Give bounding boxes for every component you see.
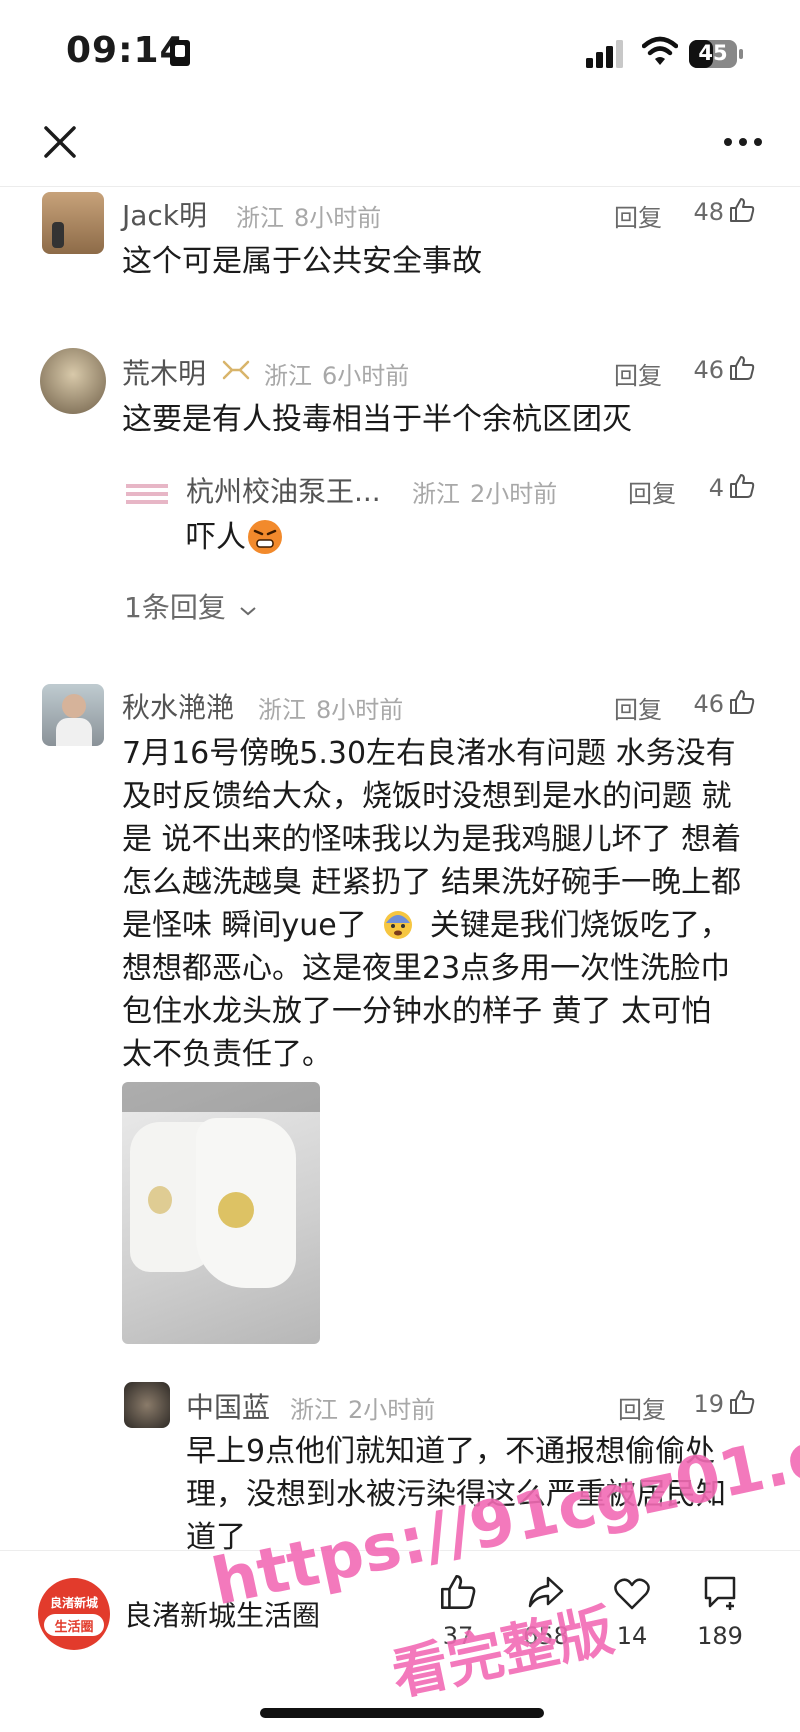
comment-time: 8小时前 — [316, 696, 404, 724]
angry-face-emoji-icon — [248, 520, 282, 554]
avatar[interactable] — [42, 192, 104, 254]
like-count: 19 — [693, 1390, 724, 1418]
logo-top-text: 良渚新城 — [49, 1596, 98, 1610]
reply-location: 浙江 — [290, 1396, 338, 1424]
comment-text-segment: 是怪味 瞬间yue了 — [122, 908, 367, 943]
avatar[interactable] — [42, 684, 104, 746]
watermark-caption: 看完整版 — [386, 1598, 620, 1709]
anxious-face-emoji-icon — [384, 911, 413, 939]
logo-bottom-text: 生活圈 — [54, 1620, 94, 1635]
avatar[interactable] — [40, 348, 106, 414]
like-count: 4 — [708, 474, 724, 502]
comment-location: 浙江 — [264, 362, 312, 390]
comment-username[interactable]: 秋水滟滟 — [122, 686, 234, 726]
comment-count: 189 — [697, 1622, 743, 1650]
like-count: 46 — [693, 356, 724, 384]
comment-username[interactable]: Jack明 — [122, 194, 207, 234]
comment-text-line: 及时反馈给大众，烧饭时没想到是水的问题 就 — [122, 779, 732, 814]
comment-text-line: 怎么越洗越臭 赶紧扔了 结果洗好碗手一晚上都 — [122, 865, 742, 900]
reply-time: 2小时前 — [348, 1396, 436, 1424]
thumbs-up-icon[interactable] — [728, 472, 756, 500]
comment-text-line: 想想都恶心。这是夜里23点多用一次性洗脸巾 — [122, 951, 731, 986]
thumbs-up-icon[interactable] — [728, 196, 756, 224]
reply-button[interactable]: 回复 — [614, 690, 662, 725]
comment-text: 这个可是属于公共安全事故 — [122, 244, 482, 279]
reply-location: 浙江 — [412, 480, 460, 508]
sim-card-icon — [170, 40, 190, 66]
comment-location: 浙江 — [258, 696, 306, 724]
avatar[interactable] — [124, 470, 170, 516]
battery-indicator: 45 — [688, 38, 744, 70]
more-replies-label: 1条回复 — [124, 591, 226, 624]
more-options-icon[interactable] — [722, 126, 764, 158]
thumbs-up-icon[interactable] — [728, 354, 756, 382]
comment-time: 8小时前 — [294, 204, 382, 232]
comment-text-segment: 关键是我们烧饭吃了， — [429, 908, 730, 943]
comment-text-line: 太不负责任了。 — [122, 1037, 332, 1072]
reply-username[interactable]: 杭州校油泵王... — [186, 470, 381, 510]
comment-location: 浙江 — [236, 204, 284, 232]
avatar[interactable] — [124, 1382, 170, 1428]
comment-text-line: 是 说不出来的怪味我以为是我鸡腿儿坏了 想着 — [122, 822, 742, 857]
like-count: 48 — [693, 198, 724, 226]
comment-text-line: 是怪味 瞬间yue了 关键是我们烧饭吃了， — [122, 904, 782, 947]
comment-username[interactable]: 荒木明 — [122, 352, 206, 392]
close-icon[interactable] — [40, 122, 80, 162]
reply-text: 吓人 — [186, 520, 246, 555]
cellular-signal-icon — [586, 40, 623, 68]
thumbs-up-icon[interactable] — [728, 1388, 756, 1416]
reply-button[interactable]: 回复 — [614, 356, 662, 391]
vip-badge-icon — [222, 360, 250, 380]
reply-time: 2小时前 — [470, 480, 558, 508]
like-count: 46 — [693, 690, 724, 718]
battery-level: 45 — [698, 41, 728, 65]
reply-button[interactable]: 回复 — [628, 474, 676, 509]
view-more-replies-link[interactable]: 1条回复 — [124, 586, 257, 626]
comment-add-icon[interactable] — [700, 1572, 740, 1612]
thumbs-up-icon[interactable] — [438, 1572, 478, 1612]
channel-logo[interactable]: 良渚新城 生活圈 — [38, 1578, 110, 1650]
reply-username[interactable]: 中国蓝 — [186, 1386, 270, 1426]
reply-button[interactable]: 回复 — [614, 198, 662, 233]
heart-icon[interactable] — [612, 1574, 652, 1614]
chevron-down-icon — [240, 607, 256, 616]
comment-text: 这要是有人投毒相当于半个余杭区团灭 — [122, 402, 632, 437]
status-time: 09:14 — [66, 30, 186, 71]
thumbs-up-icon[interactable] — [728, 688, 756, 716]
nav-divider — [0, 186, 800, 187]
comment-time: 6小时前 — [322, 362, 410, 390]
comment-text: 7月16号傍晚5.30左右良渚水有问题 水务没有 及时反馈给大众，烧饭时没想到是… — [122, 732, 782, 1076]
reply-button[interactable]: 回复 — [618, 1390, 666, 1425]
comment-text-line: 7月16号傍晚5.30左右良渚水有问题 水务没有 — [122, 736, 736, 771]
comment-text-line: 包住水龙头放了一分钟水的样子 黄了 太可怕 — [122, 994, 712, 1029]
comment-image[interactable] — [122, 1082, 320, 1344]
wifi-icon — [642, 36, 678, 65]
